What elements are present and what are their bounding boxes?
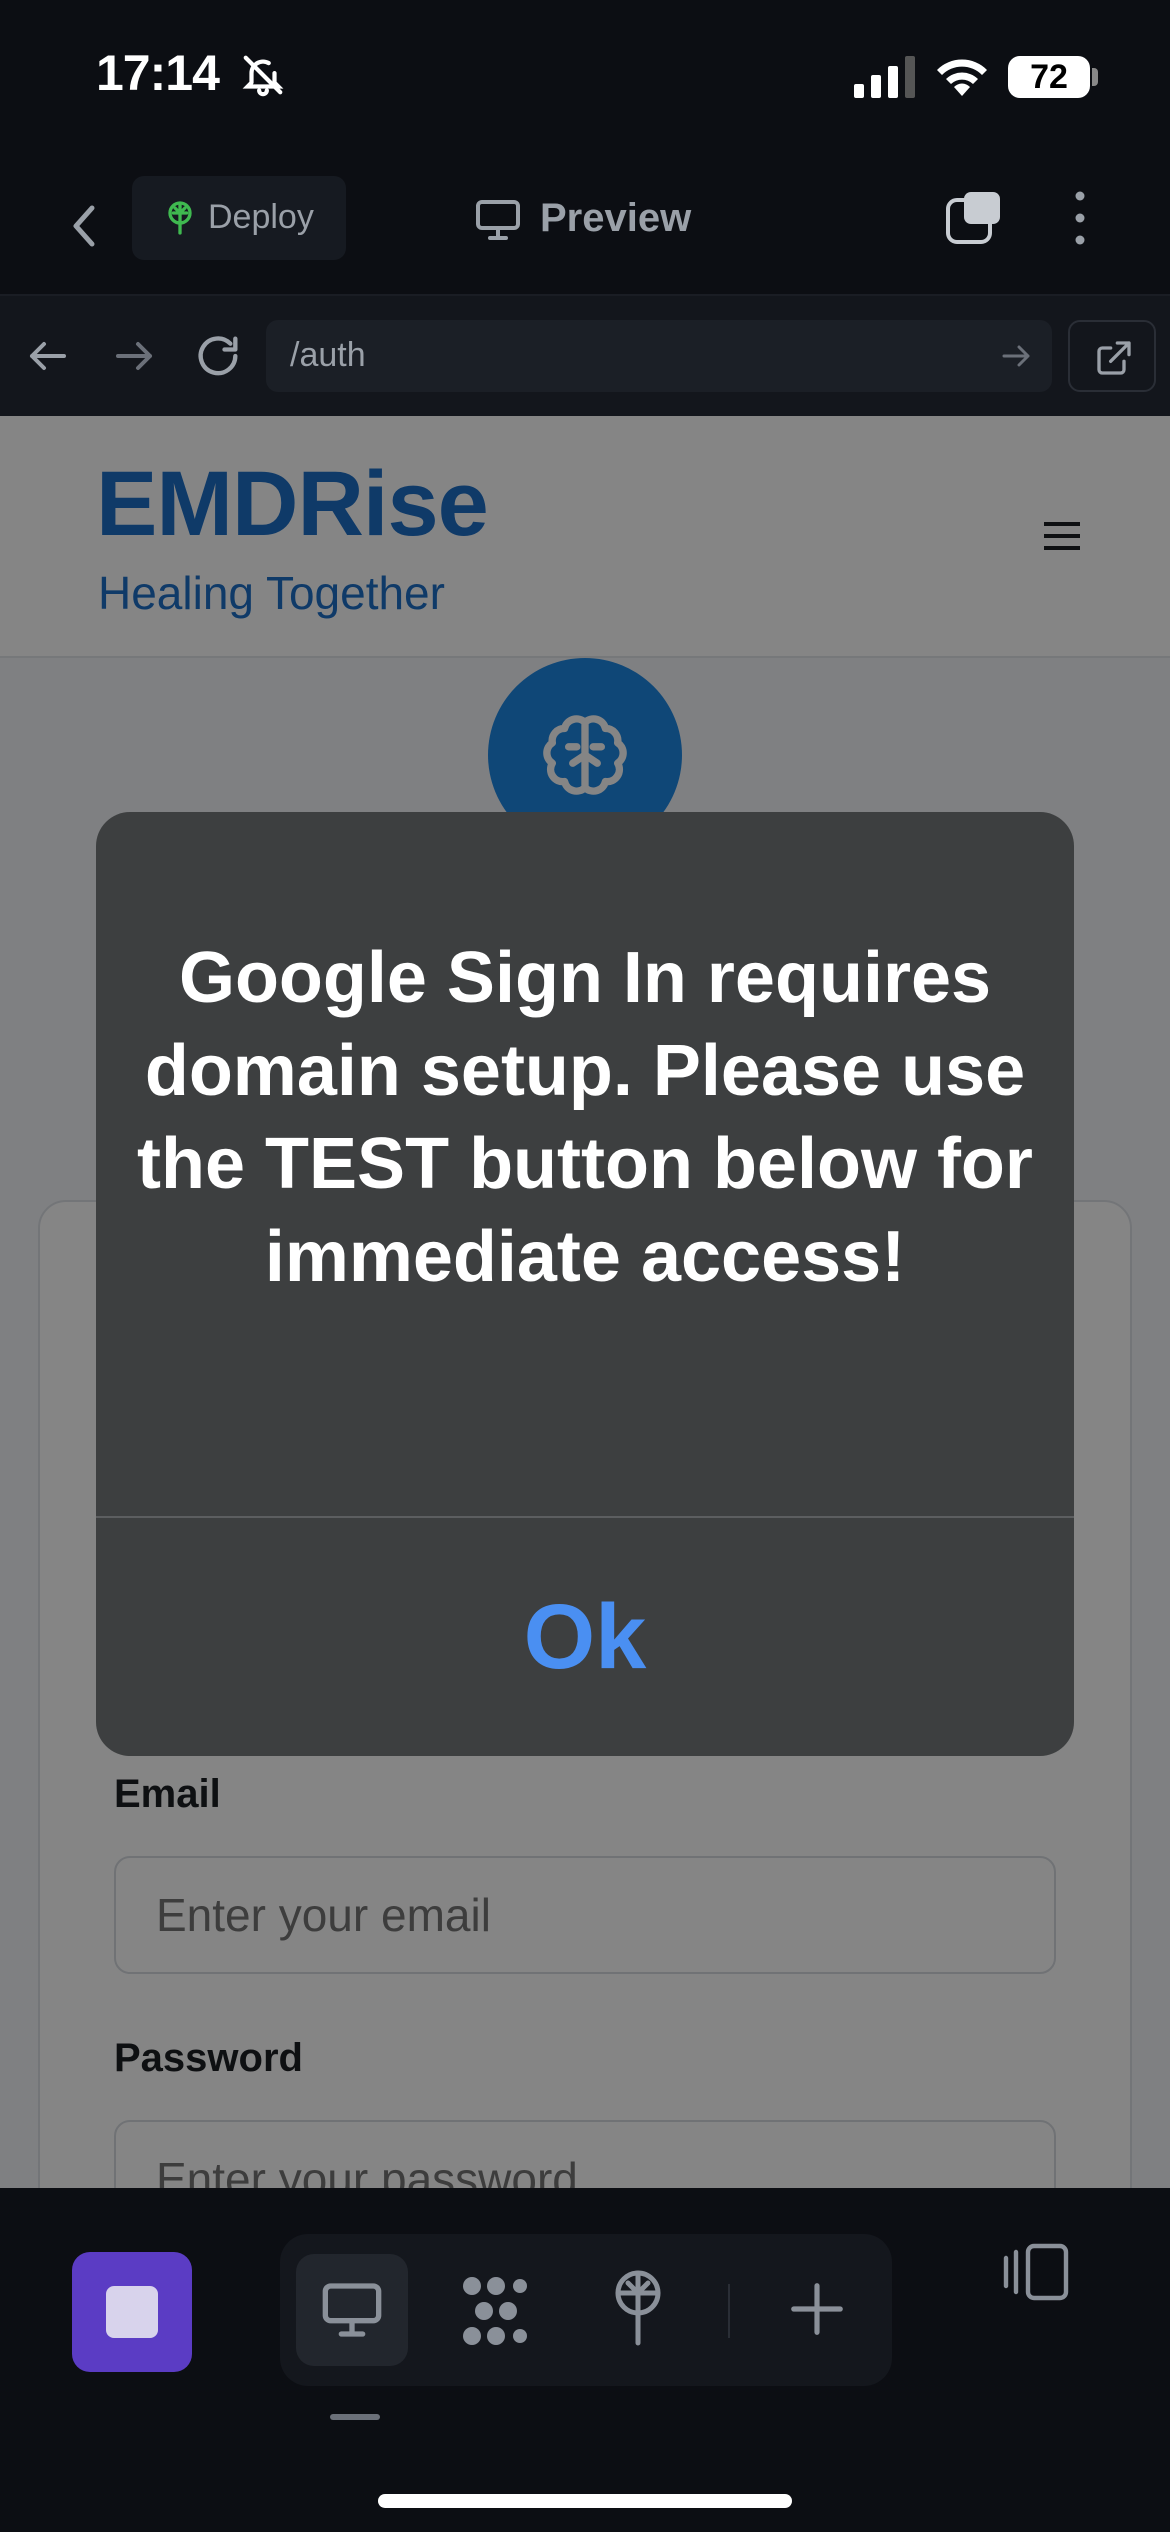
home-indicator[interactable] bbox=[378, 2494, 792, 2508]
deploy-tree-icon[interactable] bbox=[608, 2268, 668, 2348]
more-vertical-icon[interactable] bbox=[1064, 188, 1096, 248]
grid-icon[interactable] bbox=[456, 2274, 530, 2348]
preview-label: Preview bbox=[540, 196, 692, 240]
tool-group bbox=[280, 2234, 892, 2386]
alert-dialog: Google Sign In requires domain setup. Pl… bbox=[96, 812, 1074, 1756]
monitor-icon bbox=[476, 200, 520, 240]
plus-icon[interactable] bbox=[786, 2278, 848, 2340]
browser-bar: /auth bbox=[0, 296, 1170, 416]
alert-message: Google Sign In requires domain setup. Pl… bbox=[137, 938, 1033, 1297]
deploy-tree-icon bbox=[168, 201, 192, 235]
ok-button[interactable]: Ok bbox=[96, 1518, 1074, 1756]
bell-muted-icon bbox=[242, 55, 284, 97]
status-time: 17:14 bbox=[96, 45, 220, 101]
arrow-right-icon[interactable] bbox=[110, 332, 158, 380]
bottom-toolbar bbox=[0, 2188, 1170, 2532]
arrow-left-icon[interactable] bbox=[24, 332, 72, 380]
monitor-icon bbox=[322, 2283, 382, 2337]
go-arrow-icon[interactable] bbox=[998, 338, 1034, 374]
chevron-left-icon[interactable] bbox=[60, 196, 110, 256]
desktop-view-button[interactable] bbox=[296, 2254, 408, 2366]
open-external-button[interactable] bbox=[1068, 320, 1156, 392]
battery-nub bbox=[1092, 68, 1098, 86]
tab-indicator bbox=[330, 2414, 380, 2420]
url-text: /auth bbox=[290, 336, 366, 374]
toolbar-divider bbox=[728, 2284, 730, 2338]
deploy-button[interactable]: Deploy bbox=[132, 176, 346, 260]
battery-indicator: 72 bbox=[1008, 56, 1090, 98]
url-bar[interactable]: /auth bbox=[266, 320, 1052, 392]
reload-icon[interactable] bbox=[192, 330, 244, 382]
panel-icon[interactable] bbox=[1000, 2240, 1072, 2304]
external-link-icon bbox=[1097, 341, 1131, 375]
tabs-icon[interactable] bbox=[944, 188, 1004, 248]
stop-button[interactable] bbox=[72, 2252, 192, 2372]
app-toolbar: Deploy Preview bbox=[0, 160, 1170, 296]
deploy-label: Deploy bbox=[208, 198, 314, 236]
status-bar: 17:14 72 bbox=[0, 0, 1170, 160]
signal-icon bbox=[854, 56, 915, 98]
wifi-icon bbox=[937, 59, 987, 96]
